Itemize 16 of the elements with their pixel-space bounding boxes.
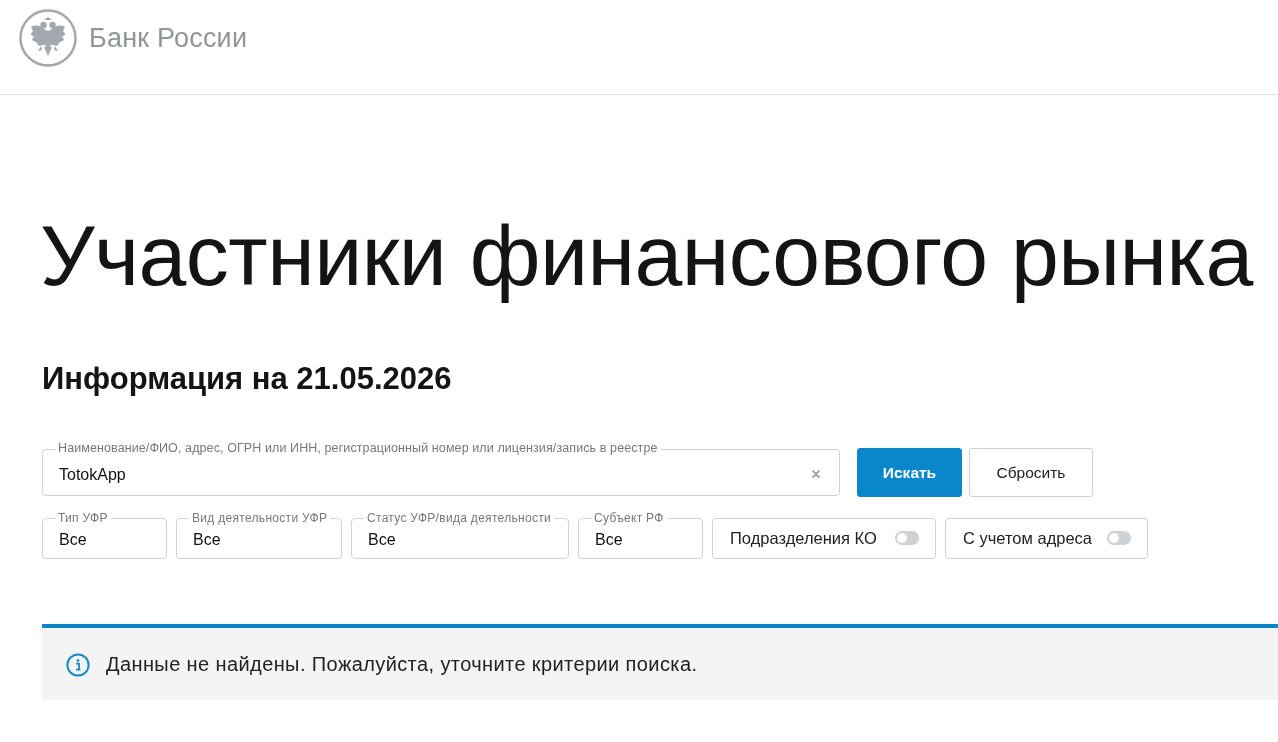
- info-date-heading: Информация на 21.05.2026: [42, 359, 452, 398]
- toggle-option[interactable]: С учетом адреса: [945, 518, 1148, 560]
- clear-icon[interactable]: [812, 470, 820, 479]
- search-button[interactable]: Искать: [857, 448, 962, 498]
- toggle-option[interactable]: Подразделения КО: [712, 518, 936, 560]
- reset-button[interactable]: Сбросить: [969, 448, 1093, 498]
- toggle-switch[interactable]: [1107, 531, 1131, 546]
- page-title: Участники финансового рынка: [40, 206, 1253, 305]
- info-icon: [66, 652, 90, 677]
- field-label: Субъект РФ: [591, 512, 667, 526]
- alert-message: Данные не найдены. Пожалуйста, уточните критерии поиска.: [106, 652, 698, 676]
- eagle-emblem-icon[interactable]: [19, 9, 77, 67]
- field-label: Статус УФР/вида деятельности: [364, 512, 554, 526]
- field-label: Наименование/ФИО, адрес, ОГРН или ИНН, регистрационный номер или лицензия/запись в реестре: [55, 442, 661, 456]
- field-label: Вид деятельности УФР: [189, 512, 331, 526]
- toggle-switch[interactable]: [895, 531, 919, 546]
